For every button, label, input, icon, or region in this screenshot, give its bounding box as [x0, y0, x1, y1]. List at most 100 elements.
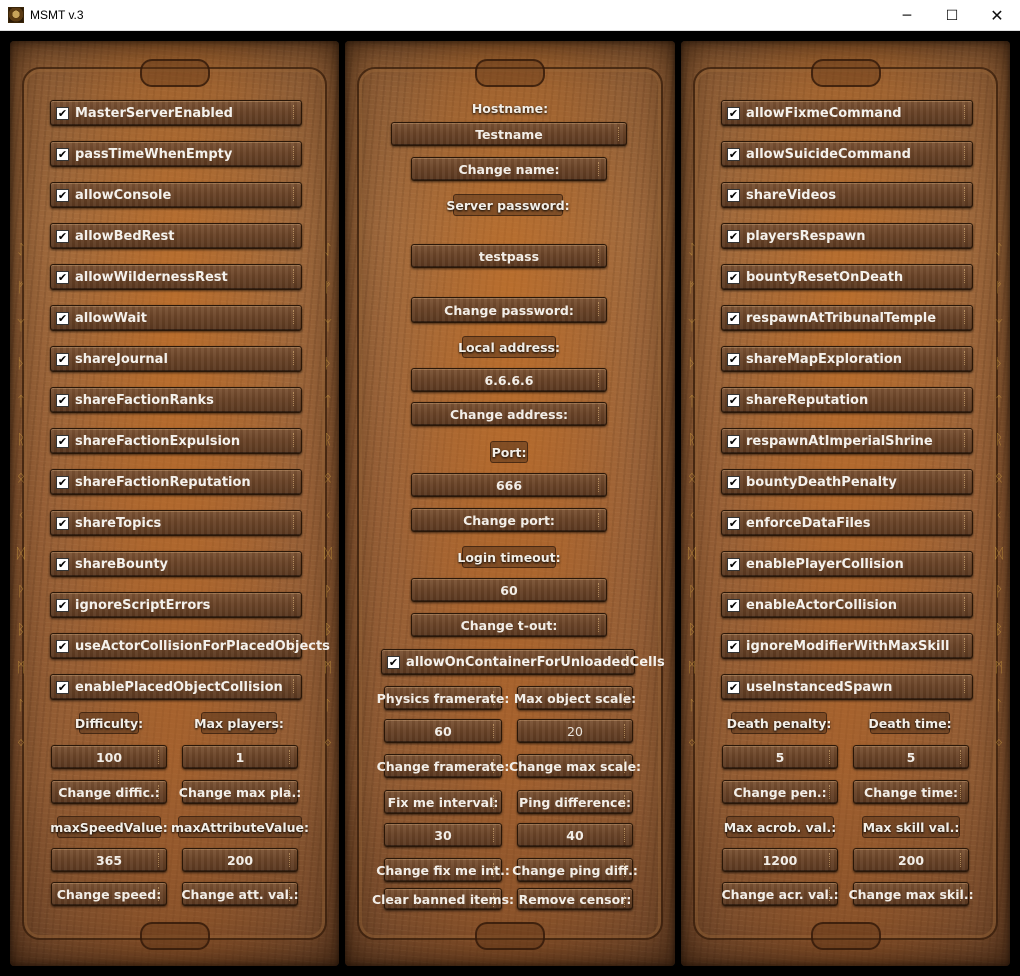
- checkbox[interactable]: ✔: [56, 681, 69, 694]
- checkbox-bar[interactable]: ✔ shareFactionExpulsion: [50, 428, 302, 454]
- checkbox[interactable]: ✔: [727, 517, 740, 530]
- checkbox-row-allowFixmeCommand[interactable]: ✔ allowFixmeCommand: [721, 100, 973, 126]
- checkbox-row-allowWildernessRest[interactable]: ✔ allowWildernessRest: [50, 264, 302, 290]
- checkbox-bar[interactable]: ✔ allowWait: [50, 305, 302, 331]
- checkbox-row-allowBedRest[interactable]: ✔ allowBedRest: [50, 223, 302, 249]
- fix-me-interval-value[interactable]: 30: [384, 823, 502, 847]
- checkbox[interactable]: ✔: [727, 681, 740, 694]
- max-attribute-value[interactable]: 200: [182, 848, 298, 872]
- change-max-players-button[interactable]: Change max pla.:: [179, 780, 301, 804]
- checkbox-row-MasterServerEnabled[interactable]: ✔ MasterServerEnabled: [50, 100, 302, 126]
- change-password-button[interactable]: Change password:: [411, 297, 607, 323]
- checkbox[interactable]: ✔: [727, 558, 740, 571]
- checkbox[interactable]: ✔: [56, 558, 69, 571]
- checkbox[interactable]: ✔: [56, 394, 69, 407]
- checkbox[interactable]: ✔: [727, 353, 740, 366]
- checkbox[interactable]: ✔: [727, 189, 740, 202]
- checkbox-bar[interactable]: ✔ useActorCollisionForPlacedObjects: [50, 633, 330, 659]
- change-framerate-button[interactable]: Change framerate:: [377, 754, 509, 778]
- checkbox-row-playersRespawn[interactable]: ✔ playersRespawn: [721, 223, 973, 249]
- change-timeout-button[interactable]: Change t-out:: [411, 613, 607, 637]
- checkbox[interactable]: ✔: [56, 312, 69, 325]
- checkbox-bar[interactable]: ✔ ignoreModifierWithMaxSkill: [721, 633, 973, 659]
- checkbox-bar[interactable]: ✔ enablePlacedObjectCollision: [50, 674, 302, 700]
- checkbox-bar[interactable]: ✔ shareVideos: [721, 182, 973, 208]
- change-max-scale-button[interactable]: Change max scale:: [509, 754, 641, 778]
- checkbox[interactable]: ✔: [387, 656, 400, 669]
- checkbox[interactable]: ✔: [56, 640, 69, 653]
- checkbox-row-shareJournal[interactable]: ✔ shareJournal: [50, 346, 302, 372]
- checkbox[interactable]: ✔: [727, 312, 740, 325]
- difficulty-value[interactable]: 100: [51, 745, 167, 769]
- checkbox[interactable]: ✔: [56, 476, 69, 489]
- checkbox-bar[interactable]: ✔ MasterServerEnabled: [50, 100, 302, 126]
- death-time-value[interactable]: 5: [853, 745, 969, 769]
- checkbox-bar[interactable]: ✔ useInstancedSpawn: [721, 674, 973, 700]
- change-fix-me-button[interactable]: Change fix me int.:: [376, 858, 510, 882]
- change-address-button[interactable]: Change address:: [411, 402, 607, 426]
- checkbox-row-enableActorCollision[interactable]: ✔ enableActorCollision: [721, 592, 973, 618]
- checkbox-bar[interactable]: ✔ allowWildernessRest: [50, 264, 302, 290]
- checkbox-row-allowConsole[interactable]: ✔ allowConsole: [50, 182, 302, 208]
- checkbox[interactable]: ✔: [56, 353, 69, 366]
- close-button[interactable]: ✕: [974, 0, 1020, 31]
- checkbox-bar[interactable]: ✔ shareBounty: [50, 551, 302, 577]
- checkbox-row-shareBounty[interactable]: ✔ shareBounty: [50, 551, 302, 577]
- checkbox-bar[interactable]: ✔ enablePlayerCollision: [721, 551, 973, 577]
- change-max-skill-button[interactable]: Change max skil.:: [848, 882, 974, 906]
- checkbox[interactable]: ✔: [727, 476, 740, 489]
- checkbox[interactable]: ✔: [727, 271, 740, 284]
- checkbox[interactable]: ✔: [727, 107, 740, 120]
- checkbox-bar[interactable]: ✔ shareFactionReputation: [50, 469, 302, 495]
- checkbox-row-shareReputation[interactable]: ✔ shareReputation: [721, 387, 973, 413]
- login-timeout-value[interactable]: 60: [411, 578, 607, 602]
- checkbox[interactable]: ✔: [727, 599, 740, 612]
- checkbox-row-useActorCollisionForPlacedObjects[interactable]: ✔ useActorCollisionForPlacedObjects: [50, 633, 330, 659]
- checkbox[interactable]: ✔: [56, 107, 69, 120]
- checkbox-row-shareVideos[interactable]: ✔ shareVideos: [721, 182, 973, 208]
- physics-framerate-value[interactable]: 60: [384, 719, 502, 743]
- checkbox-bar[interactable]: ✔ shareTopics: [50, 510, 302, 536]
- checkbox[interactable]: ✔: [56, 271, 69, 284]
- checkbox-row-allowWait[interactable]: ✔ allowWait: [50, 305, 302, 331]
- checkbox-row-bountyResetOnDeath[interactable]: ✔ bountyResetOnDeath: [721, 264, 973, 290]
- checkbox[interactable]: ✔: [727, 394, 740, 407]
- checkbox-bar[interactable]: ✔ shareMapExploration: [721, 346, 973, 372]
- checkbox-bar[interactable]: ✔ bountyDeathPenalty: [721, 469, 973, 495]
- checkbox-row-ignoreModifierWithMaxSkill[interactable]: ✔ ignoreModifierWithMaxSkill: [721, 633, 973, 659]
- hostname-value[interactable]: Testname: [391, 122, 627, 146]
- checkbox-bar[interactable]: ✔ respawnAtImperialShrine: [721, 428, 973, 454]
- checkbox-row-shareFactionRanks[interactable]: ✔ shareFactionRanks: [50, 387, 302, 413]
- change-speed-button[interactable]: Change speed:: [51, 882, 167, 906]
- checkbox[interactable]: ✔: [56, 230, 69, 243]
- checkbox-row-bountyDeathPenalty[interactable]: ✔ bountyDeathPenalty: [721, 469, 973, 495]
- checkbox-row-respawnAtImperialShrine[interactable]: ✔ respawnAtImperialShrine: [721, 428, 973, 454]
- port-value[interactable]: 666: [411, 473, 607, 497]
- checkbox[interactable]: ✔: [727, 640, 740, 653]
- checkbox-row-allowOnContainerForUnloadedCells[interactable]: ✔ allowOnContainerForUnloadedCells: [381, 649, 665, 675]
- checkbox-bar[interactable]: ✔ shareReputation: [721, 387, 973, 413]
- checkbox[interactable]: ✔: [56, 189, 69, 202]
- checkbox-bar[interactable]: ✔ allowConsole: [50, 182, 302, 208]
- checkbox-bar[interactable]: ✔ allowBedRest: [50, 223, 302, 249]
- death-penalty-value[interactable]: 5: [722, 745, 838, 769]
- change-name-button[interactable]: Change name:: [411, 157, 607, 181]
- checkbox-bar[interactable]: ✔ playersRespawn: [721, 223, 973, 249]
- checkbox-row-shareMapExploration[interactable]: ✔ shareMapExploration: [721, 346, 973, 372]
- checkbox-bar[interactable]: ✔ allowFixmeCommand: [721, 100, 973, 126]
- checkbox-row-respawnAtTribunalTemple[interactable]: ✔ respawnAtTribunalTemple: [721, 305, 973, 331]
- checkbox-bar[interactable]: ✔ enableActorCollision: [721, 592, 973, 618]
- checkbox-row-enforceDataFiles[interactable]: ✔ enforceDataFiles: [721, 510, 973, 536]
- minimize-button[interactable]: ─: [884, 0, 930, 31]
- checkbox[interactable]: ✔: [56, 599, 69, 612]
- checkbox[interactable]: ✔: [727, 435, 740, 448]
- checkbox-row-shareFactionReputation[interactable]: ✔ shareFactionReputation: [50, 469, 302, 495]
- checkbox-bar[interactable]: ✔ shareJournal: [50, 346, 302, 372]
- checkbox-bar[interactable]: ✔ passTimeWhenEmpty: [50, 141, 302, 167]
- change-ping-button[interactable]: Change ping diff.:: [512, 858, 638, 882]
- server-password-value[interactable]: testpass: [411, 244, 607, 268]
- local-address-value[interactable]: 6.6.6.6: [411, 368, 607, 392]
- change-difficulty-button[interactable]: Change diffic.:: [51, 780, 167, 804]
- checkbox-bar[interactable]: ✔ allowSuicideCommand: [721, 141, 973, 167]
- checkbox[interactable]: ✔: [727, 230, 740, 243]
